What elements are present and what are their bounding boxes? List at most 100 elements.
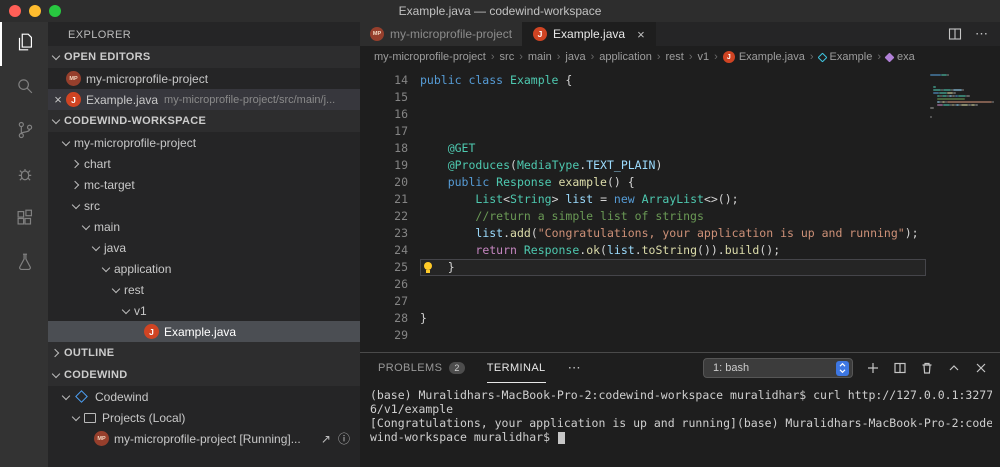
activity-codewind-test-button[interactable] — [0, 242, 48, 286]
panel-header: PROBLEMS2 TERMINAL ⋯ 1: bash — [360, 353, 1000, 383]
chevron-down-icon — [48, 49, 64, 65]
activity-search-button[interactable] — [0, 66, 48, 110]
chevron-down-icon[interactable] — [108, 282, 124, 298]
bottom-panel: PROBLEMS2 TERMINAL ⋯ 1: bash (base) Mural… — [360, 352, 1000, 467]
close-window-button[interactable] — [9, 5, 21, 17]
tree-item-label: mc-target — [84, 178, 135, 192]
code-line[interactable]: 27 — [360, 293, 1000, 310]
open-app-icon[interactable]: ↗ — [321, 432, 331, 446]
breadcrumb-item[interactable]: my-microprofile-project — [374, 51, 486, 63]
minimize-window-button[interactable] — [29, 5, 41, 17]
panel-tab-terminal[interactable]: TERMINAL — [487, 353, 546, 383]
chevron-down-icon[interactable] — [68, 410, 84, 426]
code-line[interactable]: 26 — [360, 276, 1000, 293]
workspace-tree-item[interactable]: java — [48, 237, 360, 258]
code-line[interactable]: 16 — [360, 106, 1000, 123]
chevron-right-icon[interactable] — [68, 156, 84, 172]
breadcrumb-item[interactable]: main — [528, 51, 552, 63]
panel-more-actions-button[interactable]: ⋯ — [568, 360, 581, 376]
workspace-tree-item[interactable]: JExample.java — [48, 321, 360, 342]
code-line[interactable]: 22 //return a simple list of strings — [360, 208, 1000, 225]
workspace-tree-item[interactable]: mc-target — [48, 174, 360, 195]
close-editor-icon[interactable]: × — [50, 92, 66, 107]
close-panel-button[interactable] — [974, 361, 988, 375]
projects-icon — [84, 413, 96, 423]
codewind-header[interactable]: CODEWIND — [48, 364, 360, 386]
activity-extensions-button[interactable] — [0, 198, 48, 242]
maximize-panel-button[interactable] — [947, 361, 961, 375]
code-line[interactable]: 24 return Response.ok(list.toString()).b… — [360, 242, 1000, 259]
code-line[interactable]: 14public class Example { — [360, 72, 1000, 89]
lightbulb-icon[interactable] — [424, 262, 432, 270]
breadcrumb-item[interactable]: src — [500, 51, 515, 63]
chevron-down-icon[interactable] — [58, 389, 74, 405]
tree-item-label: Example.java — [164, 325, 236, 339]
workspace-tree-item[interactable]: application — [48, 258, 360, 279]
chevron-right-icon[interactable] — [68, 177, 84, 193]
terminal-output[interactable]: (base) Muralidhars-MacBook-Pro-2:codewin… — [360, 383, 1000, 467]
workspace-tree-item[interactable]: chart — [48, 153, 360, 174]
codewind-tree-item[interactable]: Codewind — [48, 386, 360, 407]
code-line[interactable]: 18 @GET — [360, 140, 1000, 157]
code-lines: 14public class Example {15161718 @GET19 … — [360, 72, 1000, 344]
breadcrumb-item[interactable]: java — [565, 51, 585, 63]
codewind-tree-item[interactable]: MPmy-microprofile-project [Running]...↗ⓘ — [48, 428, 360, 449]
outline-header[interactable]: OUTLINE — [48, 342, 360, 364]
breadcrumb-item[interactable]: Example — [819, 51, 873, 63]
zoom-window-button[interactable] — [49, 5, 61, 17]
line-number: 17 — [360, 123, 408, 140]
activity-source-control-button[interactable] — [0, 110, 48, 154]
editor-tab[interactable]: JExample.java× — [523, 22, 656, 46]
microprofile-project-icon: MP — [370, 27, 384, 41]
codewind-tree-item[interactable]: Projects (Local) — [48, 407, 360, 428]
breadcrumb-item[interactable]: JExample.java — [723, 51, 805, 63]
activity-debug-button[interactable] — [0, 154, 48, 198]
code-line[interactable]: 25 } — [360, 259, 1000, 276]
chevron-down-icon[interactable] — [78, 219, 94, 235]
kill-terminal-button[interactable] — [920, 361, 934, 375]
split-terminal-button[interactable] — [893, 361, 907, 375]
code-line[interactable]: 28} — [360, 310, 1000, 327]
split-editor-button[interactable] — [947, 26, 963, 42]
minimap[interactable] — [930, 74, 998, 122]
chevron-down-icon[interactable] — [98, 261, 114, 277]
chevron-down-icon[interactable] — [88, 240, 104, 256]
info-icon[interactable]: ⓘ — [338, 430, 350, 447]
breadcrumb-item[interactable]: exa — [886, 51, 915, 63]
chevron-down-icon[interactable] — [58, 135, 74, 151]
code-editor[interactable]: 14public class Example {15161718 @GET19 … — [360, 68, 1000, 352]
panel-tab-label: TERMINAL — [487, 362, 546, 374]
activity-explorer-button[interactable] — [0, 22, 48, 66]
open-editor-item[interactable]: MPmy-microprofile-project — [48, 68, 360, 89]
editor-more-actions-button[interactable]: ⋯ — [975, 26, 988, 42]
code-line[interactable]: 17 — [360, 123, 1000, 140]
code-line[interactable]: 23 list.add("Congratulations, your appli… — [360, 225, 1000, 242]
open-editors-header[interactable]: OPEN EDITORS — [48, 46, 360, 68]
files-icon — [14, 31, 36, 58]
workspace-tree-item[interactable]: my-microprofile-project — [48, 132, 360, 153]
code-line[interactable]: 19 @Produces(MediaType.TEXT_PLAIN) — [360, 157, 1000, 174]
workspace-tree-item[interactable]: main — [48, 216, 360, 237]
breadcrumb-item[interactable]: application — [599, 51, 652, 63]
panel-tab-problems[interactable]: PROBLEMS2 — [378, 353, 465, 383]
new-terminal-button[interactable] — [866, 361, 880, 375]
code-line[interactable]: 20 public Response example() { — [360, 174, 1000, 191]
editor-tabs: MPmy-microprofile-projectJExample.java× — [360, 22, 656, 46]
terminal-shell-select[interactable]: 1: bash — [703, 358, 853, 378]
workspace-tree-item[interactable]: src — [48, 195, 360, 216]
code-line[interactable]: 15 — [360, 89, 1000, 106]
chevron-down-icon[interactable] — [68, 198, 84, 214]
breadcrumb-item[interactable]: v1 — [698, 51, 710, 63]
breadcrumb-item[interactable]: rest — [666, 51, 684, 63]
code-line[interactable]: 21 List<String> list = new ArrayList<>()… — [360, 191, 1000, 208]
workspace-header[interactable]: CODEWIND-WORKSPACE — [48, 110, 360, 132]
chevron-down-icon[interactable] — [118, 303, 134, 319]
editor-tab[interactable]: MPmy-microprofile-project — [360, 22, 523, 46]
workspace-tree-item[interactable]: v1 — [48, 300, 360, 321]
close-tab-icon[interactable]: × — [637, 27, 645, 42]
breadcrumb-separator: › — [591, 51, 595, 63]
open-editor-item[interactable]: ×JExample.javamy-microprofile-project/sr… — [48, 89, 360, 110]
sidebar-title: EXPLORER — [48, 22, 360, 46]
workspace-tree-item[interactable]: rest — [48, 279, 360, 300]
code-line[interactable]: 29 — [360, 327, 1000, 344]
